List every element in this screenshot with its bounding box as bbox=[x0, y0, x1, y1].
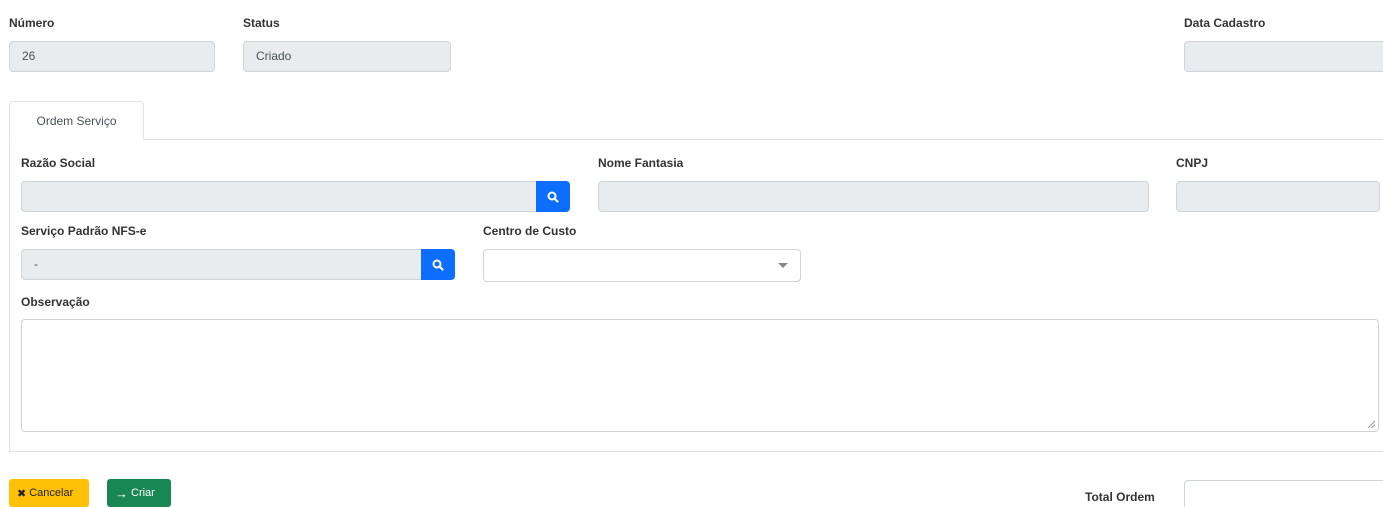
nome-fantasia-field[interactable] bbox=[598, 181, 1149, 212]
cnpj-label: CNPJ bbox=[1176, 156, 1209, 170]
razao-social-label: Razão Social bbox=[21, 156, 96, 170]
close-icon: ✖ bbox=[17, 487, 27, 500]
total-ordem-field[interactable] bbox=[1184, 480, 1383, 507]
centro-custo-label: Centro de Custo bbox=[483, 224, 577, 238]
create-button-label: Criar bbox=[131, 487, 155, 499]
tab-ordem-servico[interactable]: Ordem Serviço bbox=[9, 101, 144, 140]
servico-padrao-label: Serviço Padrão NFS-e bbox=[21, 224, 147, 238]
search-icon bbox=[547, 191, 559, 203]
chevron-down-icon bbox=[778, 263, 788, 268]
data-cadastro-field[interactable] bbox=[1184, 41, 1383, 72]
nome-fantasia-label: Nome Fantasia bbox=[598, 156, 684, 170]
razao-social-field[interactable] bbox=[21, 181, 537, 212]
numero-field[interactable]: 26 bbox=[9, 41, 215, 72]
razao-social-search-button[interactable] bbox=[536, 181, 570, 212]
cnpj-field[interactable] bbox=[1176, 181, 1380, 212]
centro-custo-select[interactable] bbox=[483, 249, 801, 282]
status-field[interactable]: Criado bbox=[243, 41, 451, 72]
observacao-textarea[interactable] bbox=[21, 319, 1379, 432]
numero-label: Número bbox=[9, 16, 55, 30]
arrow-right-icon: → bbox=[115, 485, 128, 501]
observacao-label: Observação bbox=[21, 295, 90, 309]
create-button[interactable]: → Criar bbox=[107, 479, 171, 507]
tab-divider bbox=[9, 139, 1383, 140]
servico-padrao-search-button[interactable] bbox=[421, 249, 455, 280]
status-label: Status bbox=[243, 16, 280, 30]
servico-padrao-field[interactable]: - bbox=[21, 249, 422, 280]
cancel-button-label: Cancelar bbox=[29, 487, 74, 499]
total-ordem-label: Total Ordem bbox=[1085, 490, 1155, 504]
resize-handle-icon[interactable] bbox=[1367, 420, 1375, 428]
search-icon bbox=[432, 259, 444, 271]
data-cadastro-label: Data Cadastro bbox=[1184, 16, 1266, 30]
cancel-button[interactable]: ✖ Cancelar bbox=[9, 479, 89, 507]
